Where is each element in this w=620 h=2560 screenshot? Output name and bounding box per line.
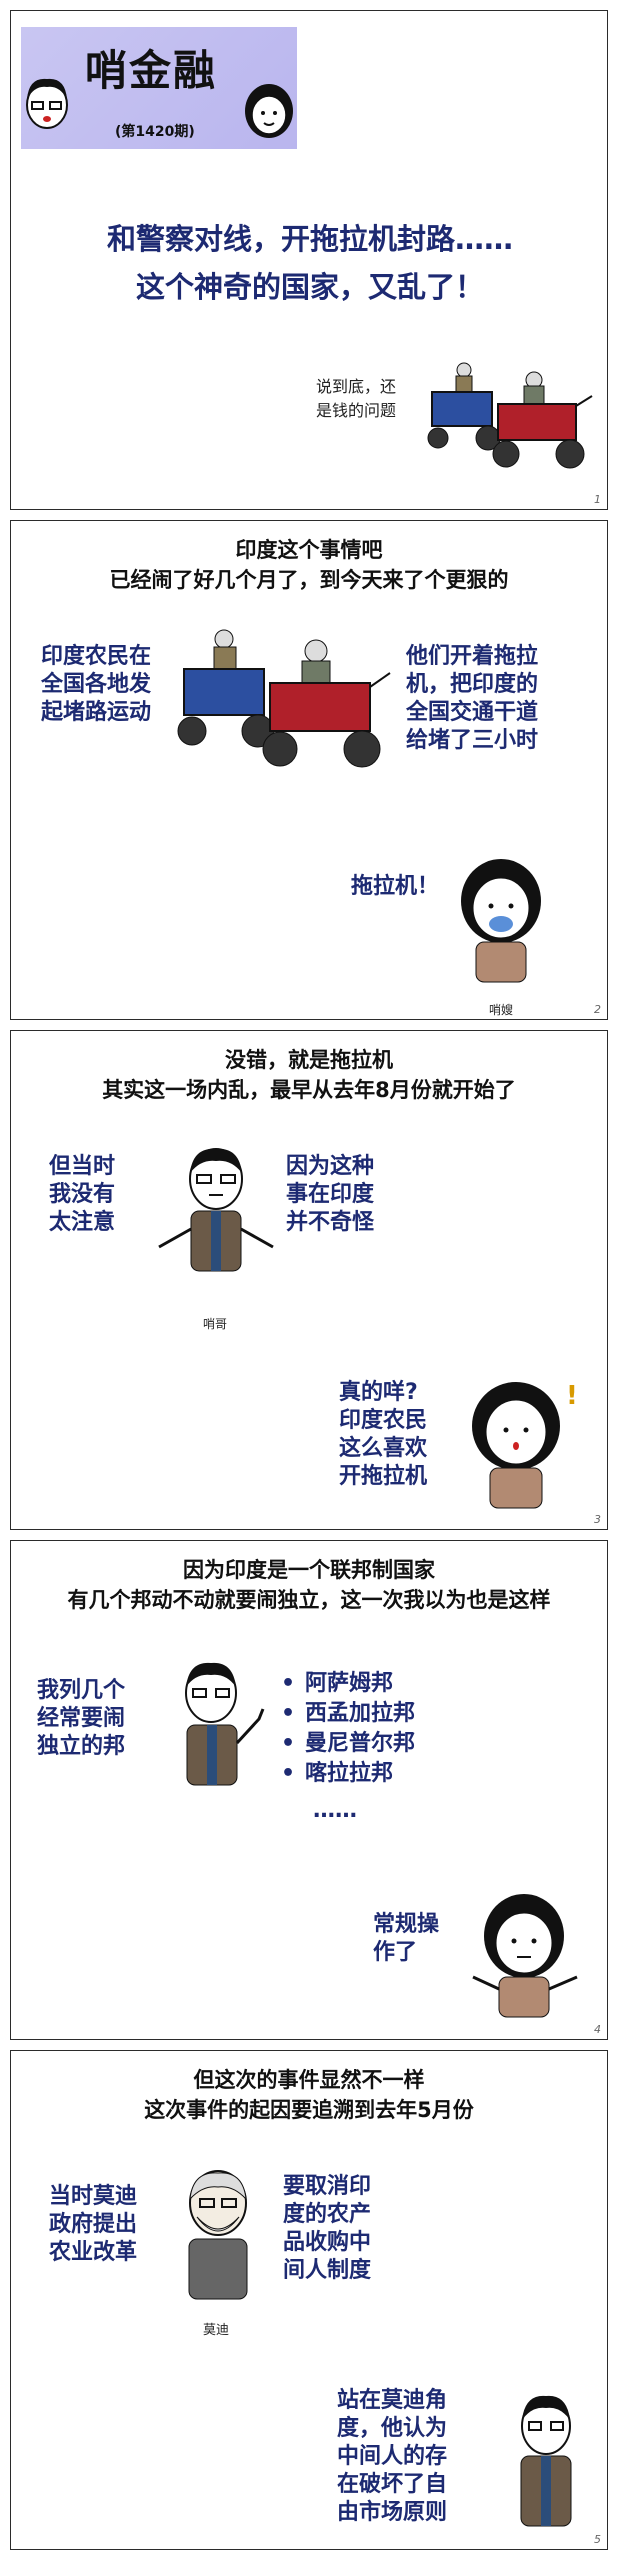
shaoge-avatar-icon (26, 78, 68, 129)
panel4-left-1: 我列几个 (37, 1678, 126, 1703)
panel3-left-1: 但当时 (49, 1154, 116, 1179)
panel4-text-2: 有几个邦动不动就要闹独立，这一次我以为也是这样 (67, 1588, 551, 1612)
caption-line-1: 说到底，还 (316, 377, 397, 396)
panel3-left-2: 我没有 (49, 1182, 116, 1207)
panel2-right-4: 给堵了三小时 (406, 728, 539, 753)
tractors-illustration-icon (177, 629, 391, 768)
panel3-right-2: 事在印度 (286, 1182, 375, 1207)
state-label: 喀拉拉邦 (305, 1761, 394, 1786)
panel5-right-1: 要取消印 (283, 2174, 372, 2199)
panel5-bottom-4: 在破坏了自 (337, 2472, 448, 2497)
shaoge-character-icon (520, 2395, 572, 2527)
panel2-right-1: 他们开着拖拉 (406, 644, 539, 669)
app-title: 哨金融 (85, 46, 218, 95)
state-label: 西孟加拉邦 (305, 1701, 416, 1726)
panel-5: 但这次的事件显然不一样 这次事件的起因要追溯到去年5月份 当时莫迪 政府提出 农… (10, 2050, 608, 2550)
panel4-text-1: 因为印度是一个联邦制国家 (183, 1558, 435, 1582)
panel5-left-2: 政府提出 (49, 2212, 138, 2237)
panel2-right-2: 机，把印度的 (406, 672, 539, 697)
panel-3: 没错，就是拖拉机 其实这一场内乱，最早从去年8月份就开始了 但当时 我没有 太注… (10, 1030, 608, 1530)
headline-line-2: 这个神奇的国家，又乱了！ (135, 270, 484, 304)
panel5-bottom-5: 由市场原则 (337, 2500, 448, 2525)
bullet-icon: • (281, 1731, 296, 1756)
svg-text:!: ! (566, 1381, 578, 1411)
character-name-shaosao: 哨嫂 (489, 1003, 514, 1017)
shaosao-character-icon (461, 859, 541, 983)
shaosao-shrug-icon (472, 1894, 578, 2018)
shaosao-avatar-icon (245, 84, 293, 138)
panel2-text-1: 印度这个事情吧 (235, 538, 383, 562)
panel5-right-4: 间人制度 (283, 2258, 372, 2283)
state-item: • 喀拉拉邦 (281, 1759, 415, 1789)
states-ellipsis: …… (313, 1798, 357, 1823)
panel3-right-1: 因为这种 (286, 1154, 375, 1179)
panel3-reply-3: 这么喜欢 (339, 1436, 428, 1461)
bullet-icon: • (281, 1671, 296, 1696)
character-name-modi: 莫迪 (203, 2323, 230, 2338)
panel-2: 印度这个事情吧 已经闹了好几个月了，到今天来了个更狠的 印度农民在 全国各地发 … (10, 520, 608, 1020)
panel5-text-1: 但这次的事件显然不一样 (193, 2068, 425, 2092)
panel2-text-2: 已经闹了好几个月了，到今天来了个更狠的 (109, 568, 509, 592)
panel4-reply-2: 作了 (373, 1940, 418, 1965)
panel5-right-2: 度的农产 (283, 2202, 372, 2227)
page-number-1: 1 (594, 493, 601, 506)
modi-character-icon (188, 2170, 248, 2300)
shaoge-pointing-icon (185, 1662, 265, 1786)
state-label: 曼尼普尔邦 (305, 1731, 416, 1756)
panel2-left-1: 印度农民在 (41, 644, 152, 669)
page-number-3: 3 (594, 1513, 601, 1526)
shaosao-surprised-icon: ! (472, 1381, 578, 1509)
page-number-5: 5 (594, 2533, 601, 2546)
shaoge-character-icon (158, 1148, 274, 1272)
character-name-shaoge: 哨哥 (203, 1317, 228, 1331)
panel3-reply-1: 真的咩? (339, 1380, 418, 1405)
state-item: • 曼尼普尔邦 (281, 1729, 415, 1759)
panel3-reply-4: 开拖拉机 (339, 1464, 428, 1489)
headline-line-1: 和警察对线，开拖拉机封路…… (106, 222, 513, 256)
panel3-right-3: 并不奇怪 (286, 1210, 375, 1235)
panel3-text-1: 没错，就是拖拉机 (225, 1048, 393, 1072)
panel2-right-3: 全国交通干道 (406, 700, 539, 725)
panel5-left-1: 当时莫迪 (49, 2184, 138, 2209)
panel5-right-3: 品收购中 (283, 2230, 372, 2255)
state-item: • 阿萨姆邦 (281, 1669, 415, 1699)
panel4-reply-1: 常规操 (373, 1912, 440, 1937)
panel-1: 哨金融 (第1420期) 和警察对线，开拖拉机封路…… 这个神奇的国家，又乱了！… (10, 10, 608, 510)
panel5-bottom-3: 中间人的存 (337, 2444, 448, 2469)
bullet-icon: • (281, 1761, 296, 1786)
panel5-left-3: 农业改革 (49, 2240, 138, 2265)
panel5-bottom-1: 站在莫迪角 (337, 2388, 448, 2413)
panel2-left-3: 起堵路运动 (41, 700, 152, 725)
panel3-left-3: 太注意 (49, 1210, 116, 1235)
issue-number: (第1420期) (115, 124, 195, 140)
panel3-text-2: 其实这一场内乱，最早从去年8月份就开始了 (102, 1078, 516, 1102)
panel4-left-2: 经常要闹 (37, 1706, 126, 1731)
states-list: • 阿萨姆邦 • 西孟加拉邦 • 曼尼普尔邦 • 喀拉拉邦 (281, 1669, 415, 1789)
bullet-icon: • (281, 1701, 296, 1726)
panel4-left-3: 独立的邦 (37, 1734, 126, 1759)
caption-line-2: 是钱的问题 (316, 401, 397, 420)
state-label: 阿萨姆邦 (305, 1671, 394, 1696)
state-item: • 西孟加拉邦 (281, 1699, 415, 1729)
panel2-reply: 拖拉机！ (351, 874, 440, 899)
panel5-text-2: 这次事件的起因要追溯到去年5月份 (144, 2098, 474, 2122)
tractors-illustration-icon (427, 362, 593, 469)
panel3-reply-2: 印度农民 (339, 1408, 428, 1433)
panel5-bottom-2: 度，他认为 (337, 2416, 448, 2441)
panel-4: 因为印度是一个联邦制国家 有几个邦动不动就要闹独立，这一次我以为也是这样 我列几… (10, 1540, 608, 2040)
page-number-4: 4 (594, 2023, 601, 2036)
page-number-2: 2 (594, 1003, 601, 1016)
panel2-left-2: 全国各地发 (41, 672, 152, 697)
